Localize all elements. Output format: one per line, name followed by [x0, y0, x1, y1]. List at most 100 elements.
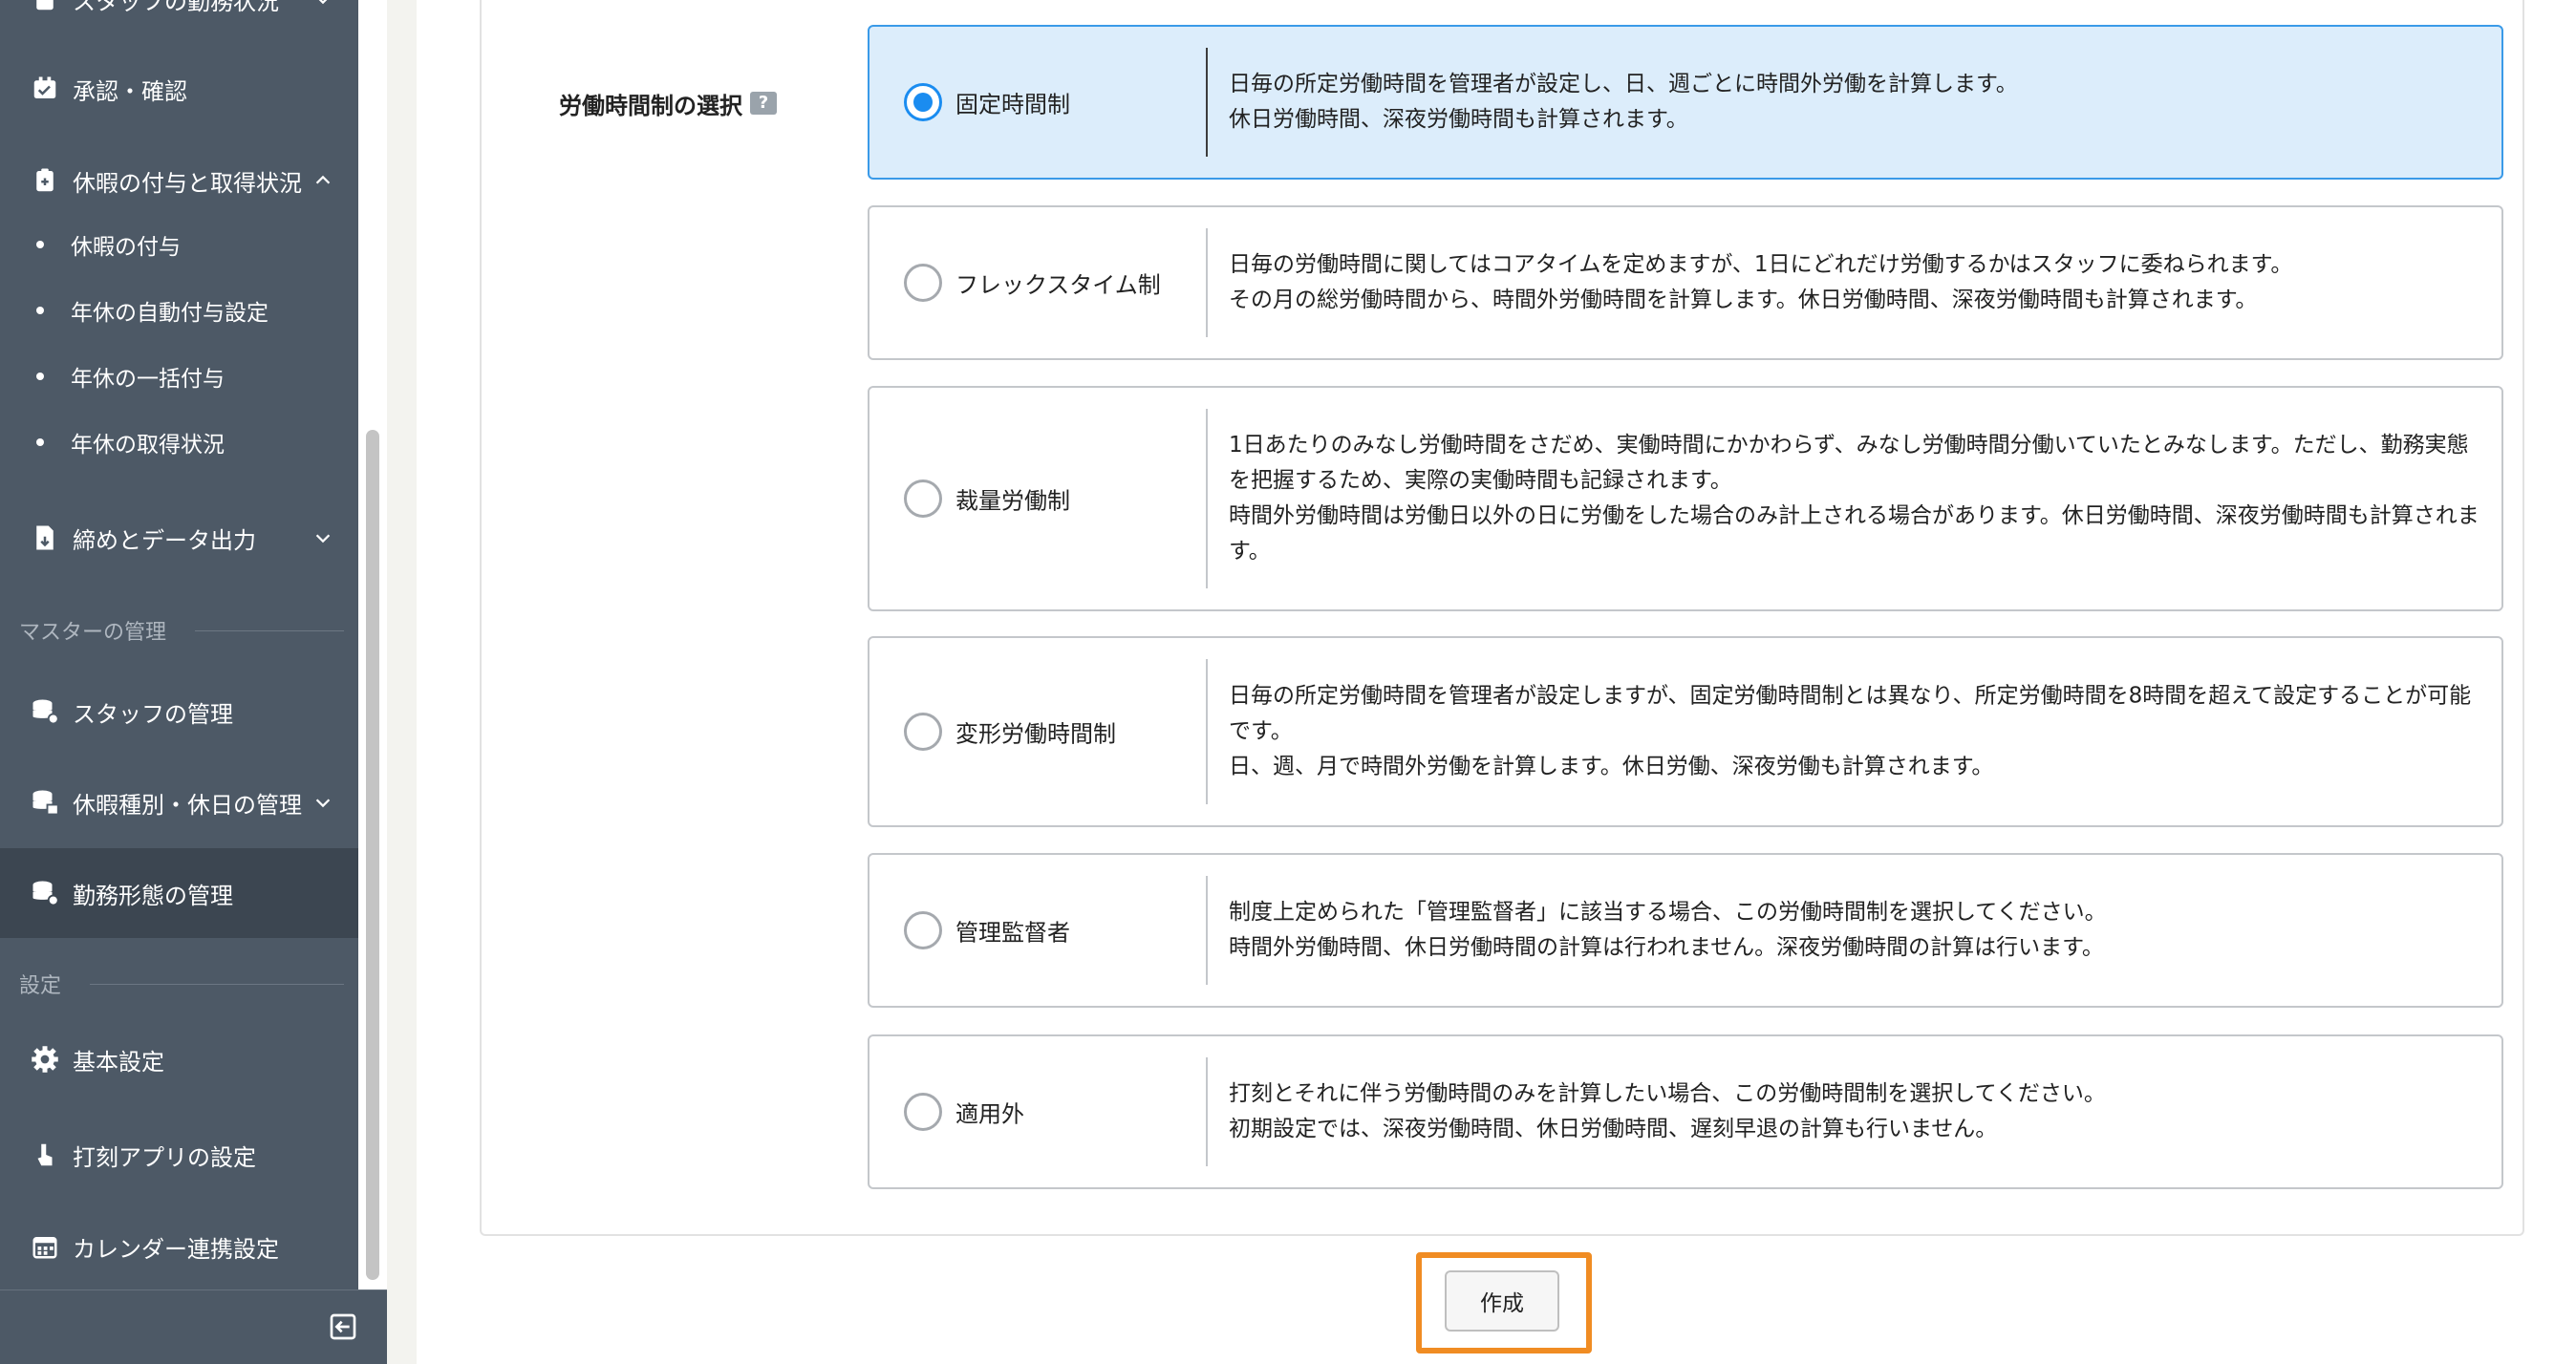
option-description: 1日あたりのみなし労働時間をさだめ、実働時間にかかわらず、みなし労働時間分働いて… [1229, 428, 2484, 569]
section-heading-settings: 設定 [19, 965, 344, 1003]
option-divider [1206, 48, 1208, 157]
radio-button[interactable] [904, 713, 942, 751]
sidebar-footer [0, 1289, 387, 1364]
radio-button[interactable] [904, 911, 942, 949]
help-icon[interactable]: ? [750, 92, 777, 115]
option-flex-time[interactable]: フレックスタイム制 日毎の労働時間に関してはコアタイムを定めますが、1日にどれだ… [868, 205, 2503, 360]
option-label: 固定時間制 [955, 91, 1070, 118]
description-line: 時間外労働時間、休日労働時間の計算は行われません。深夜労働時間の計算は行います。 [1229, 935, 2104, 960]
option-fixed-time[interactable]: 固定時間制 日毎の所定労働時間を管理者が設定し、日、週ごとに時間外労働を計算しま… [868, 25, 2503, 180]
option-divider [1206, 1057, 1208, 1166]
clipboard-icon [36, 0, 54, 11]
option-label: 適用外 [955, 1100, 1024, 1128]
database-settings-icon [32, 881, 59, 906]
description-line: 打刻とそれに伴う労働時間のみを計算したい場合、この労働時間制を選択してください。 [1229, 1081, 2106, 1106]
export-file-icon [36, 525, 54, 550]
sidebar-item-calendar-sync[interactable]: カレンダー連携設定 [0, 1205, 358, 1288]
description-line: その月の総労働時間から、時間外労働時間を計算します。休日労働時間、深夜労働時間も… [1229, 288, 2258, 312]
option-divider [1206, 876, 1208, 985]
chevron-down-icon [318, 0, 328, 5]
sidebar-item-label: 勤務形態の管理 [73, 882, 233, 909]
option-description: 制度上定められた「管理監督者」に該当する場合、この労働時間制を選択してください。… [1229, 895, 2484, 966]
chevron-down-icon [315, 799, 331, 808]
sidebar-item-basic-settings[interactable]: 基本設定 [0, 1018, 358, 1100]
option-variable-time[interactable]: 変形労働時間制 日毎の所定労働時間を管理者が設定しますが、固定労働時間制とは異な… [868, 636, 2503, 827]
description-line: 日、週、月で時間外労働を計算します。休日労働、深夜労働も計算されます。 [1229, 754, 1994, 779]
sidebar-subitem-auto-grant[interactable]: 年休の自動付与設定 [0, 282, 358, 339]
sidebar-item-leave[interactable]: 休暇の付与と取得状況 [0, 139, 358, 222]
sidebar-subitem-label: 休暇の付与 [71, 235, 181, 260]
sidebar-item-label: 休暇種別・休日の管理 [73, 791, 302, 819]
radio-button[interactable] [904, 83, 942, 121]
description-line: 日毎の労働時間に関してはコアタイムを定めますが、1日にどれだけ労働するかはスタッ… [1229, 252, 2293, 277]
section-heading-master: マスターの管理 [19, 611, 344, 650]
description-line: 日毎の所定労働時間を管理者が設定し、日、週ごとに時間外労働を計算します。 [1229, 72, 2018, 96]
bullet-icon [36, 438, 44, 446]
sidebar-subitem-label: 年休の自動付与設定 [71, 301, 268, 326]
section-heading-label: 設定 [19, 974, 62, 998]
description-line: 日毎の所定労働時間を管理者が設定しますが、固定労働時間制とは異なり、所定労働時間… [1229, 683, 2472, 744]
hand-tap-icon [37, 1143, 53, 1166]
gear-icon [32, 1046, 58, 1073]
option-not-applicable[interactable]: 適用外 打刻とそれに伴う労働時間のみを計算したい場合、この労働時間制を選択してく… [868, 1034, 2503, 1189]
sidebar-item-label: スタッフの勤務状況 [73, 0, 279, 15]
collapse-sidebar-icon[interactable] [328, 1311, 358, 1342]
sidebar-item-closing-export[interactable]: 締めとデータ出力 [0, 497, 358, 579]
sidebar-subitem-label: 年休の一括付与 [71, 367, 225, 392]
leave-clipboard-icon [36, 168, 54, 192]
sidebar-subitem-bulk-grant[interactable]: 年休の一括付与 [0, 348, 358, 405]
option-description: 日毎の労働時間に関してはコアタイムを定めますが、1日にどれだけ労働するかはスタッ… [1229, 247, 2484, 318]
description-line: 初期設定では、深夜労働時間、休日労働時間、遅刻早退の計算も行いません。 [1229, 1117, 1998, 1141]
section-heading-label: マスターの管理 [19, 621, 167, 645]
sidebar-subitem-leave-grant[interactable]: 休暇の付与 [0, 216, 358, 273]
section-divider [90, 983, 344, 985]
option-label: 変形労働時間制 [955, 720, 1116, 748]
sidebar-item-label: スタッフの管理 [73, 700, 233, 728]
sidebar-item-label: 打刻アプリの設定 [73, 1143, 256, 1171]
chevron-down-icon [315, 534, 331, 543]
field-label-text: 労働時間制の選択 [559, 92, 742, 119]
bullet-icon [36, 307, 44, 314]
option-divider [1206, 228, 1208, 337]
radio-button[interactable] [904, 480, 942, 518]
option-divider [1206, 659, 1208, 804]
radio-button[interactable] [904, 264, 942, 302]
option-manager[interactable]: 管理監督者 制度上定められた「管理監督者」に該当する場合、この労働時間制を選択し… [868, 853, 2503, 1008]
app-root: スタッフの勤務状況 承認・確認 休暇の付与と取得状況 休暇の付与 年休の自動付与… [0, 0, 2576, 1364]
sidebar-item-label: 締めとデータ出力 [73, 526, 256, 554]
sidebar-item-staff-status[interactable]: スタッフの勤務状況 [0, 0, 358, 40]
option-description: 打刻とそれに伴う労働時間のみを計算したい場合、この労働時間制を選択してください。… [1229, 1076, 2484, 1147]
sidebar-item-leave-type[interactable]: 休暇種別・休日の管理 [0, 761, 358, 843]
sidebar-subitem-usage-status[interactable]: 年休の取得状況 [0, 414, 358, 471]
section-divider [195, 629, 344, 631]
description-line: 制度上定められた「管理監督者」に該当する場合、この労働時間制を選択してください。 [1229, 900, 2107, 925]
sidebar-item-label: 基本設定 [73, 1048, 164, 1076]
option-label: 管理監督者 [955, 919, 1070, 947]
option-divider [1206, 409, 1208, 588]
option-label: フレックスタイム制 [955, 271, 1161, 299]
option-description: 日毎の所定労働時間を管理者が設定し、日、週ごとに時間外労働を計算します。 休日労… [1229, 67, 2484, 138]
sidebar-item-label: 休暇の付与と取得状況 [73, 169, 302, 197]
sidebar-subitem-label: 年休の取得状況 [71, 433, 225, 458]
description-line: 時間外労働時間は労働日以外の日に労働をした場合のみ計上される場合があります。休日… [1229, 503, 2479, 564]
database-user-icon [32, 699, 59, 725]
create-button[interactable]: 作成 [1445, 1270, 1559, 1332]
option-discretionary[interactable]: 裁量労働制 1日あたりのみなし労働時間をさだめ、実働時間にかかわらず、みなし労働… [868, 386, 2503, 611]
sidebar-item-label: カレンダー連携設定 [73, 1235, 279, 1263]
sidebar-item-punch-app[interactable]: 打刻アプリの設定 [0, 1114, 358, 1196]
radio-button[interactable] [904, 1093, 942, 1131]
approval-icon [33, 76, 56, 98]
sidebar-scrollbar-thumb[interactable] [366, 430, 379, 1280]
description-line: 1日あたりのみなし労働時間をさだめ、実働時間にかかわらず、みなし労働時間分働いて… [1229, 433, 2469, 493]
work-system-field-label: 労働時間制の選択 ? [559, 86, 777, 120]
chevron-up-icon [315, 175, 331, 184]
sidebar-item-approval[interactable]: 承認・確認 [0, 48, 358, 130]
description-line: 休日労働時間、深夜労働時間も計算されます。 [1229, 107, 1688, 132]
bullet-icon [36, 373, 44, 380]
sidebar: スタッフの勤務状況 承認・確認 休暇の付与と取得状況 休暇の付与 年休の自動付与… [0, 0, 387, 1364]
sidebar-item-work-pattern[interactable]: 勤務形態の管理 [0, 848, 358, 938]
database-calendar-icon [32, 790, 59, 816]
sidebar-item-staff-management[interactable]: スタッフの管理 [0, 671, 358, 753]
option-label: 裁量労働制 [955, 487, 1070, 515]
sidebar-item-label: 承認・確認 [73, 77, 187, 105]
